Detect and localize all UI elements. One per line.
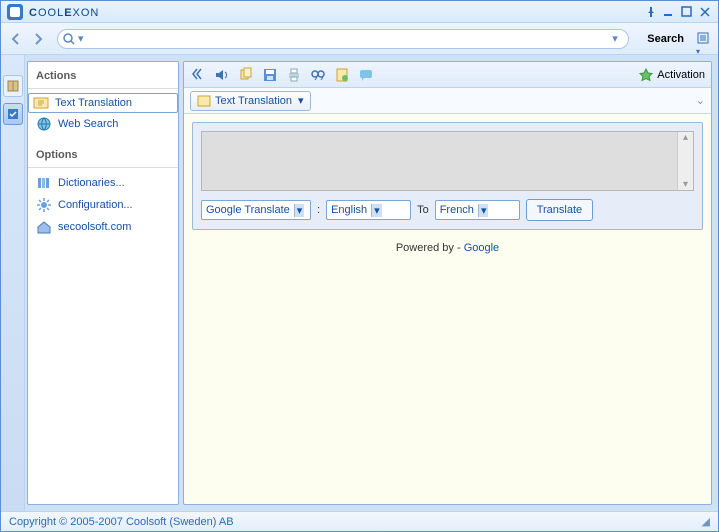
scroll-up-icon[interactable]: ▴	[683, 132, 688, 143]
scrollbar[interactable]: ▴▾	[677, 132, 693, 190]
main-panel: ▾ Activation Text Translation ▾	[183, 61, 712, 505]
pin-icon[interactable]	[644, 5, 658, 19]
minimize-button[interactable]	[662, 5, 676, 19]
title-seg: OOL	[38, 7, 64, 19]
search-scope-dropdown[interactable]: ▾	[78, 32, 90, 45]
from-lang-select[interactable]: English ▾	[326, 200, 411, 220]
main-toolbar: ▾ Activation	[184, 62, 711, 88]
titlebar: COOLEXON	[1, 1, 718, 23]
sidebar-item-site[interactable]: secoolsoft.com	[28, 216, 178, 238]
back-button[interactable]	[7, 30, 25, 48]
powered-by: Powered by - Google	[184, 238, 711, 256]
activation-label: Activation	[657, 69, 705, 81]
back-small-button[interactable]	[190, 67, 206, 83]
dropdown-icon: ▾	[478, 204, 489, 217]
statusbar: Copyright © 2005-2007 Coolsoft (Sweden) …	[1, 511, 718, 531]
tab-row: Text Translation ▾ ⌄	[184, 88, 711, 114]
dropdown-icon: ▾	[371, 204, 382, 217]
app-title: COOLEXON	[29, 3, 99, 20]
sidebar-item-dictionaries[interactable]: Dictionaries...	[28, 172, 178, 194]
home-icon	[36, 219, 52, 235]
translate-panel: ▴▾ Google Translate▾ : English▾ To Frenc…	[192, 122, 703, 230]
translate-controls: Google Translate▾ : English▾ To French▾ …	[201, 199, 694, 221]
app-logo-icon	[7, 4, 23, 20]
chat-icon[interactable]	[358, 67, 374, 83]
tab-text-translation[interactable]: Text Translation ▾	[190, 91, 311, 111]
translate-textarea[interactable]: ▴▾	[201, 131, 694, 191]
sidebar-item-label: Web Search	[58, 118, 118, 130]
sidebar: Actions Text Translation Web Search Opti…	[27, 61, 179, 505]
to-lang-value: French	[440, 204, 474, 216]
sidebar-heading-actions: Actions	[28, 66, 178, 89]
scroll-down-icon[interactable]: ▾	[683, 179, 688, 190]
app-window: COOLEXON ▾ ▾ Search ▾ Actions Text T	[0, 0, 719, 532]
to-label: To	[417, 204, 429, 216]
sidebar-item-label: secoolsoft.com	[58, 221, 131, 233]
close-button[interactable]	[698, 5, 712, 19]
from-lang-value: English	[331, 204, 367, 216]
sidebar-item-label: Configuration...	[58, 199, 133, 211]
navbar: ▾ ▾ Search ▾	[1, 23, 718, 55]
search-button[interactable]: Search	[647, 33, 684, 45]
globe-icon	[36, 116, 52, 132]
title-seg: C	[29, 7, 38, 19]
powered-link[interactable]: Google	[464, 242, 499, 254]
engine-value: Google Translate	[206, 204, 290, 216]
books-icon	[36, 175, 52, 191]
note-icon[interactable]	[334, 67, 350, 83]
maximize-button[interactable]	[680, 5, 694, 19]
body: Actions Text Translation Web Search Opti…	[1, 55, 718, 511]
left-rail	[1, 55, 25, 511]
rail-tab-tools[interactable]	[3, 103, 23, 125]
separator-colon: :	[317, 204, 320, 216]
resize-grip-icon[interactable]: ◢	[702, 515, 710, 528]
search-icon	[62, 32, 76, 46]
sidebar-item-label: Dictionaries...	[58, 177, 125, 189]
translation-icon	[33, 95, 49, 111]
tab-label: Text Translation	[215, 95, 292, 107]
translation-icon	[197, 94, 211, 108]
activation-link[interactable]: Activation	[639, 68, 705, 82]
title-seg: XON	[73, 7, 100, 19]
forward-button[interactable]	[29, 30, 47, 48]
tab-dropdown-icon[interactable]: ▾	[298, 94, 304, 107]
sidebar-item-text-translation[interactable]: Text Translation	[28, 93, 178, 113]
search-history-dropdown[interactable]: ▾	[612, 32, 624, 45]
find-icon[interactable]	[310, 67, 326, 83]
dropdown-icon: ▾	[294, 204, 305, 217]
save-icon[interactable]	[262, 67, 278, 83]
star-icon	[639, 68, 653, 82]
sidebar-item-label: Text Translation	[55, 97, 132, 109]
engine-select[interactable]: Google Translate ▾	[201, 200, 311, 220]
sound-icon[interactable]: ▾	[214, 67, 230, 83]
sidebar-item-web-search[interactable]: Web Search	[28, 113, 178, 135]
gear-icon	[36, 197, 52, 213]
sidebar-item-configuration[interactable]: Configuration...	[28, 194, 178, 216]
to-lang-select[interactable]: French ▾	[435, 200, 520, 220]
rail-tab-dictionary[interactable]	[3, 75, 23, 97]
search-box[interactable]: ▾ ▾	[57, 29, 629, 49]
search-input[interactable]	[90, 31, 612, 47]
expand-chevron-icon[interactable]: ⌄	[696, 94, 705, 107]
copy-icon[interactable]	[238, 67, 254, 83]
title-seg: E	[64, 7, 72, 19]
powered-prefix: Powered by -	[396, 242, 464, 254]
translate-button[interactable]: Translate	[526, 199, 593, 221]
copyright-text: Copyright © 2005-2007 Coolsoft (Sweden) …	[9, 516, 234, 528]
options-menu-button[interactable]: ▾	[696, 31, 712, 47]
sidebar-heading-options: Options	[28, 145, 178, 168]
print-icon[interactable]	[286, 67, 302, 83]
